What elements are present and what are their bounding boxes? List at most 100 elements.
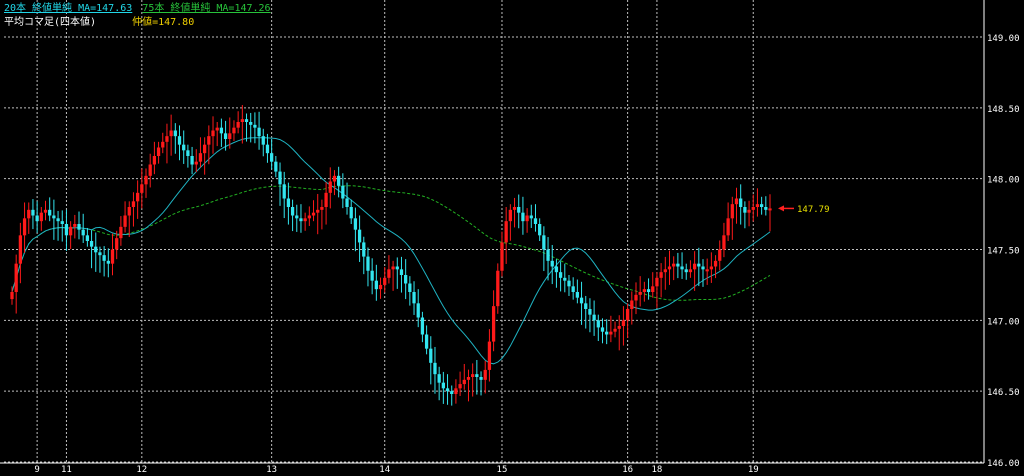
candle-body xyxy=(630,300,634,309)
candle-body xyxy=(27,209,31,219)
candle-body xyxy=(391,266,395,270)
x-tick-label: 15 xyxy=(497,465,508,475)
candle-body xyxy=(203,144,207,154)
legend-candle-type: 平均コマ足(四本値) xyxy=(4,17,97,28)
candle-body xyxy=(416,303,420,318)
candle-body xyxy=(399,269,404,275)
candle-body xyxy=(621,320,626,326)
candle-body xyxy=(56,218,60,222)
candle-body xyxy=(136,192,140,202)
candle-body xyxy=(10,292,14,300)
candle-body xyxy=(747,209,751,213)
candle-body xyxy=(18,235,23,264)
candle-body xyxy=(328,181,332,193)
candle-body xyxy=(575,292,579,298)
candle-body xyxy=(550,260,554,267)
y-tick-label: 148.00 xyxy=(987,176,1020,186)
legend-ma20[interactable]: 20本 終値単純 MA=147.63 xyxy=(4,3,132,14)
candle-body xyxy=(512,207,517,210)
candle-body xyxy=(563,277,567,281)
x-tick-label: 19 xyxy=(748,465,759,475)
candle-body xyxy=(475,374,479,377)
candle-body xyxy=(265,144,270,154)
candle-body xyxy=(257,127,261,137)
candle-body xyxy=(156,147,161,156)
candle-body xyxy=(667,266,672,270)
current-price-label: 147.79 xyxy=(797,205,830,215)
candle-body xyxy=(713,260,718,267)
candle-body xyxy=(68,226,73,236)
ma20-line xyxy=(11,137,771,365)
candle-body xyxy=(110,249,115,264)
candle-body xyxy=(651,286,655,292)
y-tick-label: 148.50 xyxy=(987,105,1020,115)
candle-body xyxy=(462,379,466,385)
candle-body xyxy=(106,260,110,264)
candle-body xyxy=(182,144,186,151)
candle-body xyxy=(471,374,475,377)
candle-body xyxy=(692,263,697,270)
candle-body xyxy=(404,275,408,284)
legend-ma75[interactable]: 75本 終値単純 MA=147.26 xyxy=(142,3,270,14)
candle-body xyxy=(144,175,148,185)
candle-body xyxy=(14,263,18,292)
candle-body xyxy=(274,161,278,172)
candle-body xyxy=(395,266,399,270)
candle-body xyxy=(680,266,684,270)
candle-body xyxy=(48,209,52,216)
candle-body xyxy=(634,294,638,301)
x-tick-label: 13 xyxy=(266,465,277,475)
candle-body xyxy=(73,224,77,227)
candle-body xyxy=(43,209,48,213)
candle-body xyxy=(525,215,529,222)
y-tick-label: 149.00 xyxy=(987,34,1020,44)
grid-lines xyxy=(0,0,985,464)
candle-body xyxy=(441,382,445,389)
candle-body xyxy=(730,204,734,219)
candle-body xyxy=(123,215,127,227)
candle-body xyxy=(487,341,492,370)
candle-body xyxy=(177,136,182,145)
candle-body xyxy=(357,229,362,243)
candle-body xyxy=(198,153,203,162)
candle-body xyxy=(420,317,425,335)
candle-body xyxy=(600,327,605,332)
candle-body xyxy=(412,292,416,304)
candle-body xyxy=(60,221,64,224)
candle-body xyxy=(508,209,512,222)
candle-body xyxy=(89,241,94,247)
candle-body xyxy=(370,270,374,281)
candle-body xyxy=(165,136,169,142)
candle-body xyxy=(374,280,378,290)
candle-body xyxy=(295,215,299,219)
candle-body xyxy=(466,377,471,380)
candle-body xyxy=(186,150,190,156)
candle-body xyxy=(77,224,81,230)
candle-body xyxy=(408,283,412,292)
candle-body xyxy=(240,119,244,122)
candle-body xyxy=(768,208,772,211)
candle-body xyxy=(592,314,596,321)
candle-body xyxy=(558,272,563,278)
candle-body xyxy=(211,130,215,137)
candle-body xyxy=(349,207,353,219)
candle-body xyxy=(458,384,462,389)
candle-body xyxy=(115,238,119,250)
candle-body xyxy=(316,209,320,213)
candle-body xyxy=(697,263,701,267)
candle-body xyxy=(688,269,693,273)
candle-body xyxy=(219,127,224,134)
candle-body xyxy=(638,292,642,295)
candle-body xyxy=(64,224,69,236)
candle-body xyxy=(571,286,575,292)
candle-body xyxy=(249,122,253,125)
candle-body xyxy=(546,249,550,261)
candle-body xyxy=(718,249,722,261)
candle-body xyxy=(311,212,316,216)
candle-body xyxy=(625,309,630,321)
candle-body xyxy=(341,185,345,199)
candle-body xyxy=(521,212,525,222)
candle-body xyxy=(659,272,663,278)
candle-body xyxy=(517,207,521,213)
candle-body xyxy=(194,161,198,165)
